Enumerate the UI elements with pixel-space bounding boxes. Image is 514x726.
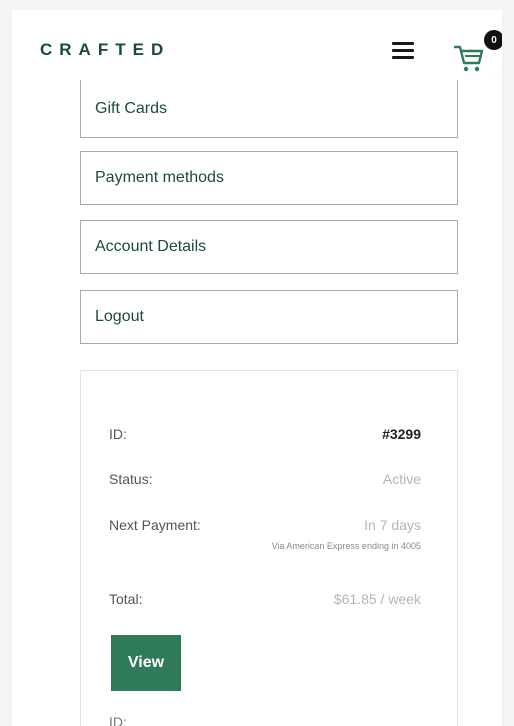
next-payment-label: Next Payment: [109, 517, 201, 533]
brand-logo[interactable]: CRAFTED [40, 40, 170, 60]
total-value: $61.85 / week [333, 591, 421, 607]
status-value: Active [382, 471, 421, 487]
view-button[interactable]: View [111, 635, 181, 691]
next-subscription-id-label: ID: [109, 714, 127, 726]
status-label: Status: [109, 471, 153, 487]
nav-item-label: Logout [95, 308, 144, 325]
next-payment-value: In 7 days [364, 517, 421, 533]
nav-item-payment-methods[interactable]: Payment methods [80, 151, 458, 205]
cart-button[interactable]: 0 [450, 30, 502, 80]
nav-item-logout[interactable]: Logout [80, 290, 458, 344]
payment-method-note: Via American Express ending in 4005 [271, 541, 421, 551]
cart-count-badge: 0 [484, 30, 502, 50]
account-page: CRAFTED 0 Gift Cards Payment methods Acc… [12, 10, 502, 726]
hamburger-menu-icon[interactable] [392, 42, 414, 60]
nav-item-account-details[interactable]: Account Details [80, 220, 458, 274]
nav-item-label: Payment methods [95, 169, 224, 186]
nav-item-label: Account Details [95, 238, 207, 255]
id-label: ID: [109, 426, 127, 442]
nav-item-gift-cards[interactable]: Gift Cards [80, 80, 458, 138]
cart-icon [453, 45, 484, 72]
total-label: Total: [109, 591, 143, 607]
subscription-card: ID: #3299 Status: Active Next Payment: I… [80, 370, 458, 726]
subscription-id-value: #3299 [382, 426, 421, 442]
nav-item-label: Gift Cards [95, 99, 168, 117]
